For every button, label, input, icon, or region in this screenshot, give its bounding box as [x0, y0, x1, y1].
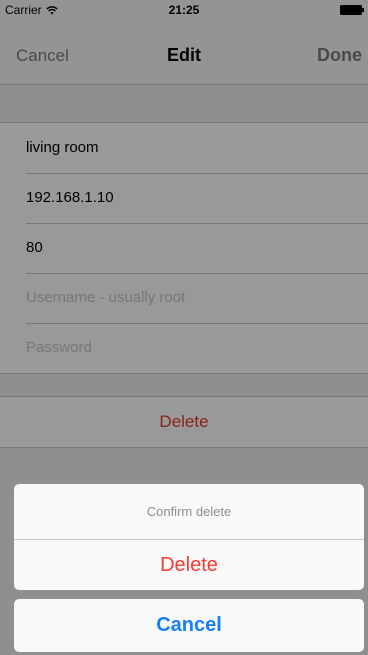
action-sheet-cancel-button[interactable]: Cancel [14, 599, 364, 652]
edit-screen: Carrier 21:25 Cancel Edit Done living ro… [0, 0, 368, 655]
action-sheet: Confirm delete Delete [14, 484, 364, 590]
confirm-delete-button[interactable]: Delete [14, 540, 364, 590]
action-sheet-title: Confirm delete [14, 484, 364, 540]
